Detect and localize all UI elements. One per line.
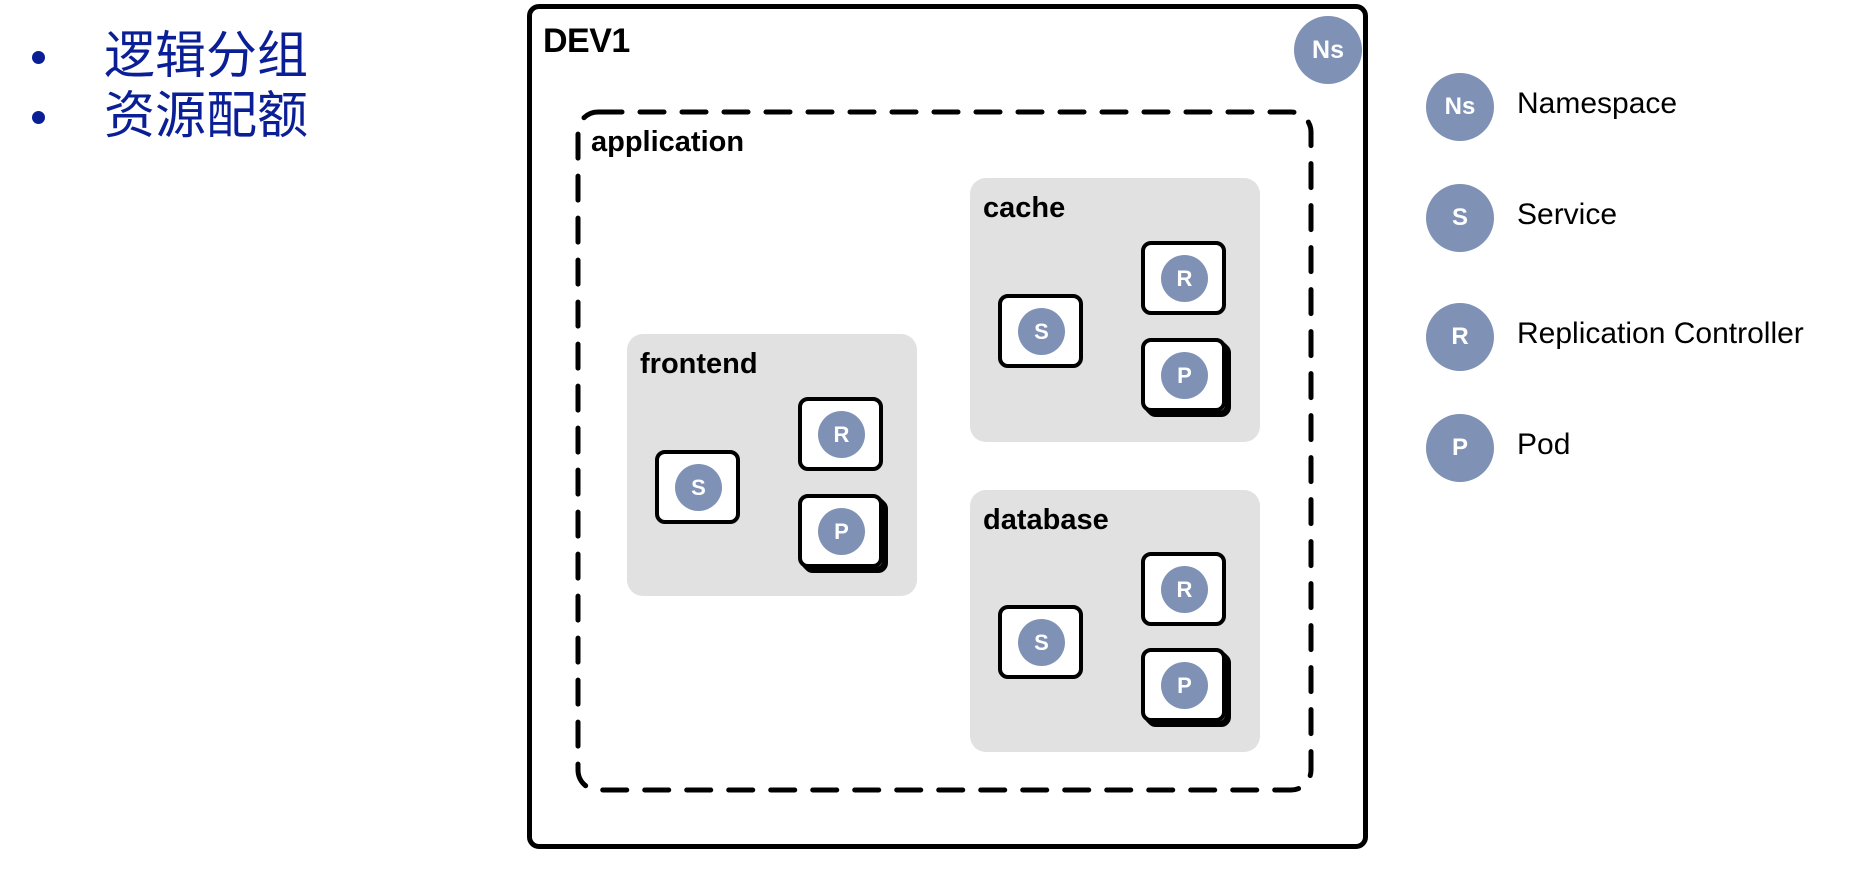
replication-controller-icon: R: [1426, 303, 1494, 371]
pod-icon: P: [1426, 414, 1494, 482]
bullet-dot-icon: [32, 111, 45, 124]
legend-label: Pod: [1517, 428, 1571, 461]
pod-icon: P: [1161, 662, 1208, 709]
group-frontend: frontend S R P: [627, 334, 917, 596]
application-title: application: [591, 126, 745, 158]
service-card[interactable]: S: [998, 605, 1083, 679]
replication-controller-card[interactable]: R: [798, 397, 883, 471]
service-icon: S: [1426, 184, 1494, 252]
legend-label: Replication Controller: [1517, 317, 1804, 350]
bullet-text: 资源配额: [104, 87, 309, 146]
bullet-text: 逻辑分组: [104, 27, 309, 86]
bullet-item: 逻辑分组: [0, 27, 340, 87]
replication-controller-card[interactable]: R: [1141, 552, 1226, 626]
pod-stack[interactable]: P: [798, 494, 888, 573]
bullet-item: 资源配额: [0, 87, 340, 147]
group-title: frontend: [640, 348, 758, 380]
service-icon: S: [675, 464, 722, 511]
pod-icon: P: [818, 508, 865, 555]
group-database: database S R P: [970, 490, 1260, 752]
pod-layer: P: [798, 494, 883, 568]
legend-label: Service: [1517, 198, 1618, 231]
pod-layer: P: [1141, 338, 1226, 412]
legend-item-replication-controller: R Replication Controller: [1426, 303, 1866, 371]
namespace-title: DEV1: [543, 22, 630, 60]
replication-controller-icon: R: [1161, 566, 1208, 613]
group-cache: cache S R P: [970, 178, 1260, 442]
replication-controller-icon: R: [1161, 255, 1208, 302]
service-card[interactable]: S: [998, 294, 1083, 368]
legend-item-namespace: Ns Namespace: [1426, 73, 1866, 141]
legend-label: Namespace: [1517, 87, 1678, 120]
replication-controller-card[interactable]: R: [1141, 241, 1226, 315]
service-icon: S: [1018, 619, 1065, 666]
pod-stack[interactable]: P: [1141, 338, 1231, 417]
pod-layer: P: [1141, 648, 1226, 722]
pod-icon: P: [1161, 352, 1208, 399]
namespace-icon: Ns: [1426, 73, 1494, 141]
group-title: cache: [983, 192, 1066, 224]
namespace-badge-icon: Ns: [1294, 16, 1362, 84]
replication-controller-icon: R: [818, 411, 865, 458]
legend-item-service: S Service: [1426, 184, 1866, 252]
pod-stack[interactable]: P: [1141, 648, 1231, 727]
bullet-dot-icon: [32, 51, 45, 64]
service-icon: S: [1018, 308, 1065, 355]
service-card[interactable]: S: [655, 450, 740, 524]
legend-item-pod: P Pod: [1426, 414, 1866, 482]
group-title: database: [983, 504, 1109, 536]
